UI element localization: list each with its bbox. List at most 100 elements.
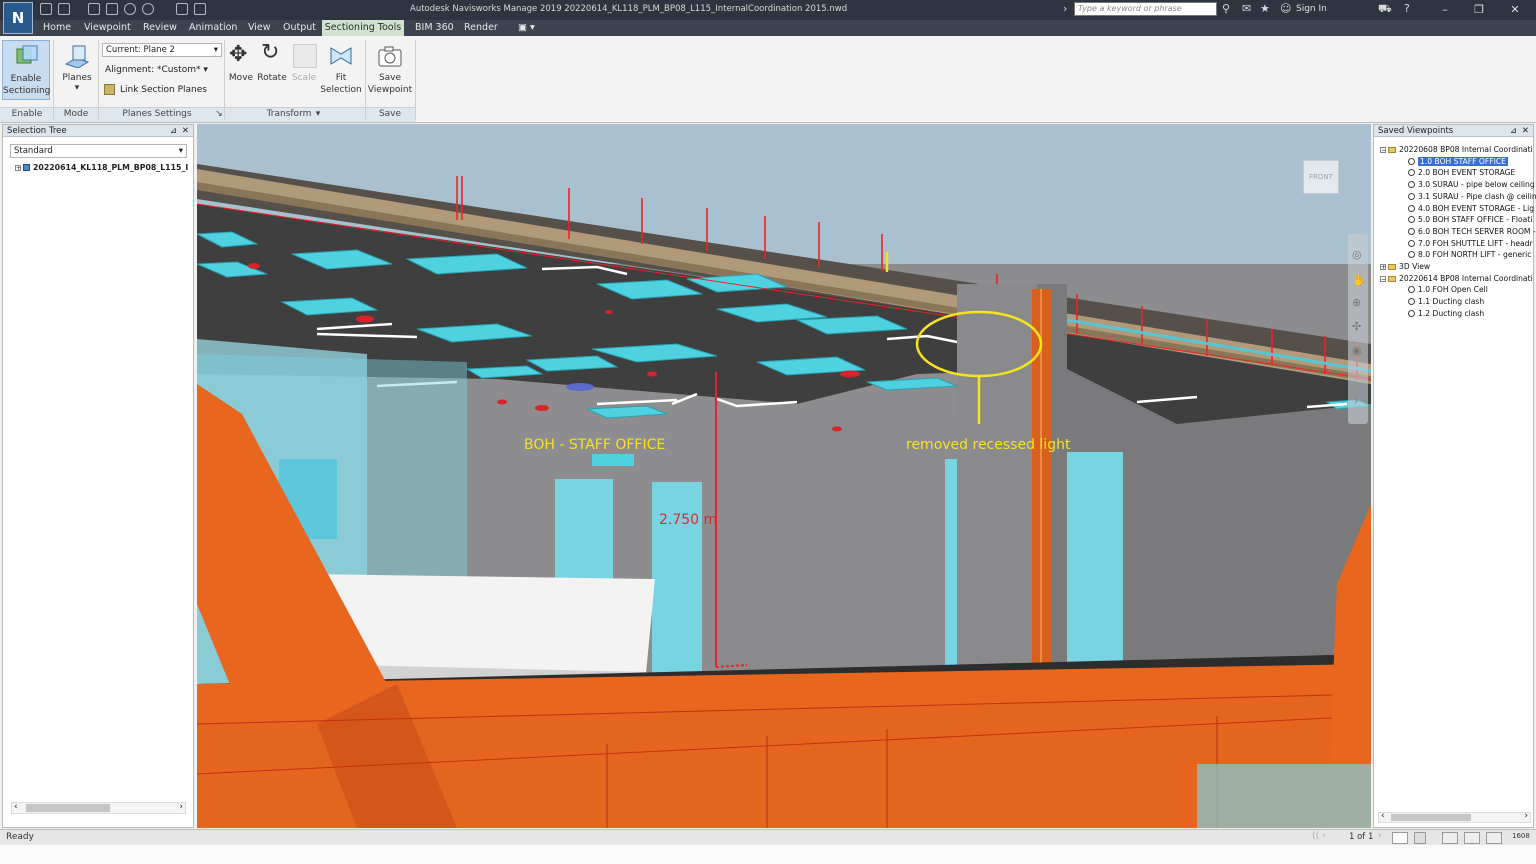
binoculars-icon[interactable]: ⚲	[1222, 2, 1230, 15]
viewpoint-icon	[1408, 227, 1415, 235]
look-icon[interactable]: ◉	[1352, 344, 1362, 357]
enable-sectioning-button[interactable]: Enable Sectioning	[2, 40, 50, 100]
save-viewpoint-button[interactable]: Save Viewpoint	[367, 40, 413, 100]
new-file-icon[interactable]	[40, 3, 52, 15]
close-button[interactable]: ✕	[1500, 1, 1530, 18]
planes-button[interactable]: Planes ▾	[58, 40, 96, 100]
viewpoint-folder[interactable]: − 20220614 BP08 Internal Coordinati	[1380, 273, 1533, 285]
pin-icon[interactable]: ⊿	[1510, 125, 1517, 137]
tab-render[interactable]: Render	[464, 22, 498, 33]
expand-icon[interactable]: +	[1380, 264, 1386, 271]
tab-viewpoint[interactable]: Viewpoint	[84, 22, 131, 33]
scroll-right-icon[interactable]: ›	[1524, 811, 1528, 821]
horizontal-scrollbar[interactable]: ‹ ›	[1378, 811, 1531, 823]
sheet-browser-icon[interactable]	[1392, 832, 1408, 844]
fit-selection-icon	[330, 47, 352, 65]
scroll-left-icon[interactable]: ‹	[1381, 811, 1385, 821]
close-icon[interactable]: ✕	[182, 125, 189, 137]
rotate-label: Rotate	[257, 73, 287, 83]
zoom-icon[interactable]: ⊕	[1352, 296, 1361, 309]
current-plane-select[interactable]: Current: Plane 2 ▾	[102, 43, 222, 57]
pin-icon[interactable]: ⊿	[170, 125, 177, 137]
pan-hand-icon[interactable]: ✋	[1352, 274, 1366, 287]
viewpoint-item[interactable]: 3.1 SURAU - Pipe clash @ ceilin	[1408, 191, 1536, 203]
next-sheet-icon[interactable]: ›	[1378, 831, 1382, 841]
viewpoint-item[interactable]: 1.1 Ducting clash	[1408, 296, 1484, 308]
viewpoint-item[interactable]: 1.0 FOH Open Cell	[1408, 284, 1488, 296]
fit-selection-button[interactable]: Fit Selection	[319, 40, 363, 100]
viewpoint-item[interactable]: 1.0 BOH STAFF OFFICE	[1408, 156, 1508, 168]
camera-icon[interactable]: ▣ ▾	[518, 22, 535, 33]
viewpoint-item[interactable]: 8.0 FOH NORTH LIFT - generic	[1408, 249, 1531, 261]
open-file-icon[interactable]	[58, 3, 70, 15]
alignment-dropdown[interactable]: Alignment: *Custom* ▾	[105, 65, 208, 75]
select-icon[interactable]	[194, 3, 206, 15]
viewpoint-item[interactable]: 2.0 BOH EVENT STORAGE	[1408, 167, 1515, 179]
chevron-down-icon[interactable]: ▾	[313, 108, 323, 120]
horizontal-scrollbar[interactable]: ‹ ›	[11, 802, 186, 814]
viewpoint-item[interactable]: 4.0 BOH EVENT STORAGE - Lig	[1408, 203, 1534, 215]
move-label: Move	[228, 73, 254, 83]
scrollbar-thumb[interactable]	[1391, 814, 1471, 821]
minimize-button[interactable]: –	[1430, 1, 1460, 18]
prev-sheet-icon[interactable]: ⟨⟨ ‹	[1312, 831, 1325, 841]
refresh-icon[interactable]	[176, 3, 188, 15]
viewpoint-icon	[1408, 216, 1415, 224]
maximize-button[interactable]: ❐	[1464, 1, 1494, 18]
tab-home[interactable]: Home	[43, 22, 71, 33]
link-section-planes-toggle[interactable]: Link Section Planes	[120, 85, 207, 95]
selection-tree-mode-select[interactable]: Standard ▾	[10, 144, 187, 158]
viewpoint-icon	[1408, 204, 1415, 212]
scroll-right-icon[interactable]: ›	[179, 802, 183, 812]
3d-viewport[interactable]: BOH - STAFF OFFICE 2.750 m removed reces…	[197, 124, 1371, 828]
steering-wheel-icon[interactable]: ◎	[1352, 248, 1362, 261]
tab-animation[interactable]: Animation	[189, 22, 237, 33]
current-plane-value: Current: Plane 2	[106, 45, 175, 55]
search-input[interactable]: Type a keyword or phrase	[1074, 2, 1217, 16]
viewpoint-folder[interactable]: +3D View	[1380, 261, 1430, 273]
sign-in-link[interactable]: Sign In	[1296, 4, 1327, 14]
viewcube[interactable]: FRONT	[1303, 160, 1339, 194]
tab-bim360[interactable]: BIM 360	[415, 22, 454, 33]
dimension-label: 2.750 m	[659, 512, 718, 528]
rotate-button[interactable]: ↻ Rotate	[257, 40, 287, 100]
web-server-indicator-icon	[1486, 832, 1502, 844]
tree-root-item[interactable]: + 20220614_KL118_PLM_BP08_L115_I	[15, 163, 188, 172]
tab-view[interactable]: View	[248, 22, 271, 33]
sectioning-icon	[16, 45, 38, 64]
saved-viewpoints-title: Saved Viewpoints	[1378, 126, 1454, 136]
undo-icon[interactable]	[124, 3, 136, 15]
scrollbar-thumb[interactable]	[26, 804, 110, 812]
chevron-right-icon[interactable]: ›	[1354, 394, 1358, 407]
favorites-star-icon[interactable]: ★	[1260, 2, 1270, 15]
viewpoint-item[interactable]: 1.2 Ducting clash	[1408, 308, 1484, 320]
print-icon[interactable]	[106, 3, 118, 15]
viewpoint-item[interactable]: 7.0 FOH SHUTTLE LIFT - headr	[1408, 238, 1533, 250]
cart-icon[interactable]: ⛟	[1378, 2, 1392, 17]
help-icon[interactable]: ?	[1404, 2, 1410, 15]
scale-button: Scale	[290, 40, 318, 100]
close-icon[interactable]: ✕	[1522, 125, 1529, 137]
orbit-icon[interactable]: ✣	[1352, 320, 1361, 333]
collapse-icon[interactable]: −	[1380, 147, 1386, 154]
viewpoint-folder[interactable]: − 20220608 BP08 Internal Coordinati	[1380, 144, 1533, 156]
tab-output[interactable]: Output	[283, 22, 316, 33]
viewpoint-item[interactable]: 6.0 BOH TECH SERVER ROOM -	[1408, 226, 1536, 238]
collapse-icon[interactable]: −	[1380, 275, 1386, 282]
application-menu-button[interactable]: N	[3, 2, 33, 34]
chevron-down-icon: ▾	[203, 65, 208, 75]
tab-sectioning-tools[interactable]: Sectioning Tools	[322, 20, 404, 36]
scroll-left-icon[interactable]: ‹	[14, 802, 18, 812]
dialog-launcher-icon[interactable]: ↘	[214, 108, 224, 120]
expand-icon[interactable]: +	[15, 165, 21, 172]
pencil-indicator-icon	[1442, 832, 1458, 844]
move-button[interactable]: ✥ Move	[227, 40, 255, 100]
viewpoint-item[interactable]: 3.0 SURAU - pipe below ceiling	[1408, 179, 1535, 191]
tab-review[interactable]: Review	[143, 22, 177, 33]
redo-icon[interactable]	[142, 3, 154, 15]
communication-center-icon[interactable]: ✉	[1242, 2, 1251, 15]
viewpoint-list: − 20220608 BP08 Internal Coordinati 1.0 BO…	[1380, 144, 1536, 324]
save-icon[interactable]	[88, 3, 100, 15]
viewpoint-item[interactable]: 5.0 BOH STAFF OFFICE - Floati	[1408, 214, 1532, 226]
separator	[415, 40, 416, 120]
